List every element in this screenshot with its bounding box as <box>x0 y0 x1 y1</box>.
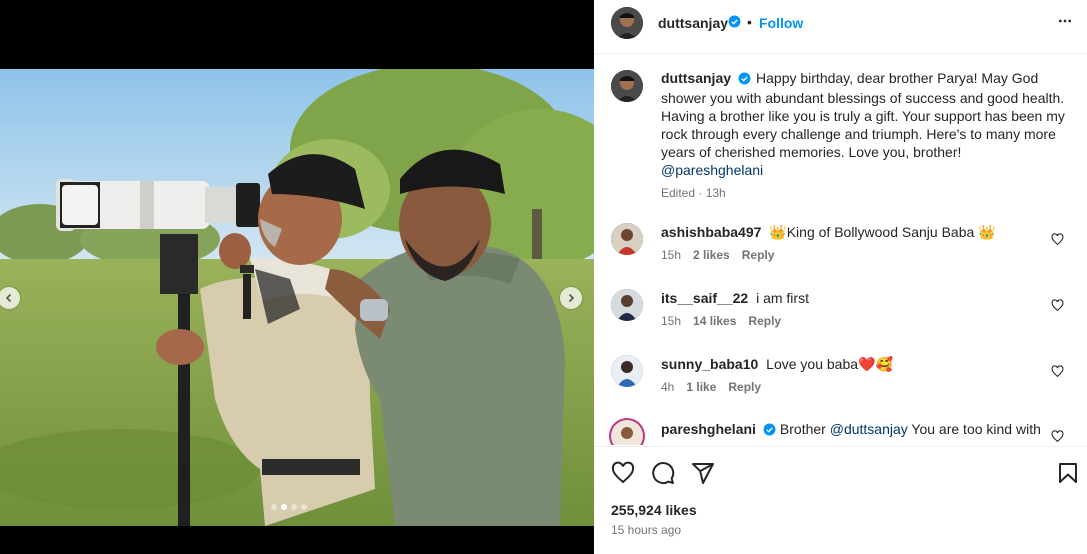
carousel-dots <box>271 504 307 510</box>
carousel-dot <box>281 504 287 510</box>
comment-likes[interactable]: 14 likes <box>693 314 736 328</box>
share-button[interactable] <box>691 461 715 490</box>
author-username[interactable]: duttsanjay <box>658 15 728 31</box>
comment-avatar[interactable] <box>611 355 643 387</box>
post-actions-bar: 255,924 likes 15 hours ago <box>594 446 1087 554</box>
verified-badge-icon <box>763 423 776 439</box>
comment-text-continued: You are too kind with <box>911 421 1041 437</box>
chevron-left-icon <box>5 293 12 303</box>
caption-username[interactable]: duttsanjay <box>661 70 731 86</box>
post-header: duttsanjay • Follow <box>594 0 1087 54</box>
verified-badge-icon <box>738 71 751 89</box>
comments-scroll-area[interactable]: duttsanjay Happy birthday, dear brother P… <box>594 55 1087 445</box>
post-timestamp[interactable]: 15 hours ago <box>611 523 681 537</box>
follow-button[interactable]: Follow <box>759 15 803 31</box>
separator-dot: • <box>747 14 752 30</box>
more-options-button[interactable] <box>1057 13 1073 34</box>
heart-icon <box>1051 430 1064 443</box>
comment-line: ashishbaba497 👑King of Bollywood Sanju B… <box>661 224 996 240</box>
comment-line: sunny_baba10 Love you baba❤️🥰 <box>661 356 893 372</box>
caption-mention[interactable]: @pareshghelani <box>661 162 763 178</box>
heart-emoji: ❤️🥰 <box>858 356 893 372</box>
post-media <box>0 0 594 554</box>
comment-button[interactable] <box>651 461 675 490</box>
carousel-dot <box>291 504 297 510</box>
comment-text: Love you baba <box>766 356 859 372</box>
heart-icon <box>1051 299 1064 312</box>
comment-item: sunny_baba10 Love you baba❤️🥰 4h 1 like … <box>611 355 1081 405</box>
save-button[interactable] <box>1056 461 1080 490</box>
comment-avatar[interactable] <box>611 420 643 445</box>
comment-meta: 4h 1 like Reply <box>661 380 761 394</box>
comment-icon <box>652 462 675 485</box>
like-comment-button[interactable] <box>1051 233 1064 251</box>
author-avatar[interactable] <box>611 7 643 39</box>
heart-icon <box>611 461 635 484</box>
heart-icon <box>1051 365 1064 378</box>
instagram-post-modal: duttsanjay • Follow duttsanjay Happy birt… <box>0 0 1087 554</box>
comment-time: 4h <box>661 380 675 394</box>
carousel-dot <box>301 504 307 510</box>
reply-button[interactable]: Reply <box>728 380 761 394</box>
like-comment-button[interactable] <box>1051 365 1064 383</box>
comment-time: 15h <box>661 248 682 262</box>
verified-badge-icon <box>728 15 741 33</box>
comment-line: pareshghelani Brother @duttsanjay You are… <box>661 421 1041 439</box>
caption-avatar[interactable] <box>611 70 643 102</box>
comment-avatar[interactable] <box>611 223 643 255</box>
comment-time: 15h <box>661 314 682 328</box>
caption-text: duttsanjay Happy birthday, dear brother P… <box>661 69 1071 179</box>
comment-item: ashishbaba497 👑King of Bollywood Sanju B… <box>611 223 1081 273</box>
post-details-panel: duttsanjay • Follow duttsanjay Happy birt… <box>594 0 1087 554</box>
comment-username[interactable]: its__saif__22 <box>661 290 748 306</box>
comment-username[interactable]: sunny_baba10 <box>661 356 758 372</box>
like-button[interactable] <box>611 461 635 490</box>
comment-avatar[interactable] <box>611 289 643 321</box>
heart-icon <box>1051 233 1064 246</box>
more-icon <box>1059 19 1071 23</box>
comment-meta: 15h 14 likes Reply <box>661 314 781 328</box>
comment-username[interactable]: pareshghelani <box>661 421 756 437</box>
share-icon <box>692 463 714 484</box>
comment-likes[interactable]: 2 likes <box>693 248 730 262</box>
likes-count[interactable]: 255,924 likes <box>611 502 697 518</box>
caption-meta: Edited · 13h <box>661 186 726 200</box>
carousel-dot <box>271 504 277 510</box>
comment-text: King of Bollywood Sanju Baba <box>786 224 975 240</box>
comment-mention[interactable]: @duttsanjay <box>830 421 908 437</box>
chevron-right-icon <box>568 293 575 303</box>
post-photo <box>0 69 594 526</box>
comment-item: its__saif__22 i am first 15h 14 likes Re… <box>611 289 1081 339</box>
crown-emoji: 👑 <box>769 224 787 240</box>
reply-button[interactable]: Reply <box>748 314 781 328</box>
comment-text: Brother <box>779 421 826 437</box>
crown-emoji: 👑 <box>978 224 996 240</box>
reply-button[interactable]: Reply <box>742 248 775 262</box>
comment-item: pareshghelani Brother @duttsanjay You are… <box>611 420 1081 445</box>
bookmark-icon <box>1059 463 1077 483</box>
comment-likes[interactable]: 1 like <box>686 380 716 394</box>
comment-meta: 15h 2 likes Reply <box>661 248 774 262</box>
like-comment-button[interactable] <box>1051 299 1064 317</box>
comment-text: i am first <box>756 290 809 306</box>
comment-line: its__saif__22 i am first <box>661 290 809 306</box>
next-photo-button[interactable] <box>560 287 582 309</box>
like-comment-button[interactable] <box>1051 430 1064 445</box>
comment-username[interactable]: ashishbaba497 <box>661 224 761 240</box>
